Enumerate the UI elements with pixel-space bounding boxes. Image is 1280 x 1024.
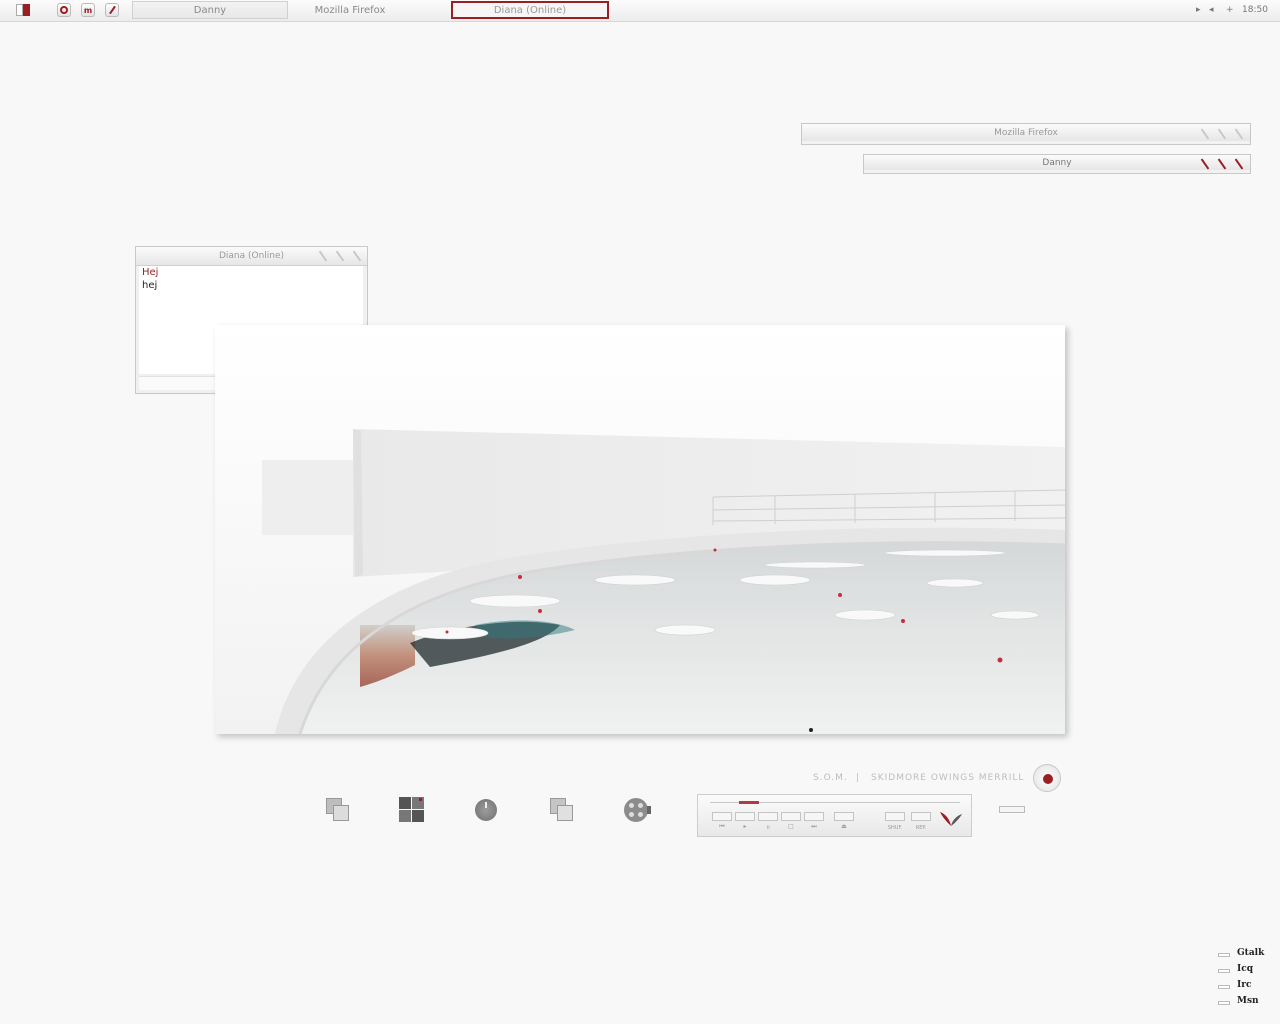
- previous-icon: ⏮: [719, 823, 725, 830]
- close-icon[interactable]: [351, 250, 362, 262]
- caption-full: SKIDMORE OWINGS MERRILL: [871, 773, 1025, 783]
- tray-plus-icon[interactable]: +: [1226, 5, 1234, 15]
- task-diana-online[interactable]: Diana (Online): [451, 1, 609, 19]
- wallpaper-illustration: [215, 325, 1065, 734]
- chat-message: hej: [142, 280, 158, 291]
- seek-position[interactable]: [739, 801, 759, 804]
- eject-icon: ⏏: [841, 823, 847, 830]
- gmail-launcher-icon[interactable]: m: [81, 3, 95, 17]
- minimize-icon[interactable]: [1199, 128, 1210, 140]
- next-button[interactable]: [804, 812, 824, 821]
- media-player: ⏮ ▸ ॥ □ ⏭ ⏏ SHUF. REP.: [697, 794, 972, 837]
- minimize-icon[interactable]: [317, 250, 328, 262]
- caption-separator: |: [856, 773, 861, 783]
- previous-button[interactable]: [712, 812, 732, 821]
- protocol-label: Msn: [1237, 996, 1259, 1006]
- windows-alt-dock-icon[interactable]: [549, 797, 575, 823]
- close-icon[interactable]: [1233, 128, 1244, 140]
- protocol-icq[interactable]: Icq: [1218, 964, 1268, 978]
- menu-icon[interactable]: [16, 3, 30, 17]
- caption-short: S.O.M.: [813, 773, 848, 783]
- pause-icon: ॥: [766, 824, 770, 831]
- pause-button[interactable]: [758, 812, 778, 821]
- taskbar: m Danny Mozilla Firefox Diana (Online) ▸…: [0, 0, 1280, 22]
- record-button[interactable]: [1033, 764, 1061, 792]
- maximize-icon[interactable]: [1216, 158, 1227, 170]
- status-bar-icon: [1218, 953, 1230, 957]
- minimize-icon[interactable]: [1199, 158, 1210, 170]
- protocol-msn[interactable]: Msn: [1218, 996, 1268, 1010]
- play-button[interactable]: [735, 812, 755, 821]
- disc-dock-icon[interactable]: [473, 797, 499, 823]
- stop-icon: □: [788, 823, 794, 830]
- windows-dock-icon[interactable]: [325, 797, 351, 823]
- play-icon: ▸: [743, 823, 747, 830]
- window-title: Danny: [1042, 157, 1072, 168]
- task-danny[interactable]: Danny: [132, 1, 288, 19]
- firefox-launcher-icon[interactable]: [57, 3, 71, 17]
- wallpaper-photo: [215, 325, 1065, 734]
- clock: 18:50: [1242, 5, 1268, 15]
- protocol-label: Gtalk: [1237, 948, 1265, 958]
- shuffle-button[interactable]: [885, 812, 905, 821]
- stop-button[interactable]: [781, 812, 801, 821]
- window-titlebar-firefox[interactable]: Mozilla Firefox: [801, 123, 1251, 145]
- window-shade-edge: [801, 141, 1251, 145]
- tray-arrow-right-icon[interactable]: ▸: [1196, 5, 1201, 15]
- window-title: Mozilla Firefox: [994, 127, 1058, 138]
- protocol-label: Icq: [1237, 964, 1253, 974]
- mini-widget[interactable]: [999, 806, 1025, 813]
- player-logo-icon: [940, 812, 962, 826]
- chat-titlebar[interactable]: Diana (Online): [136, 247, 367, 266]
- next-icon: ⏭: [811, 823, 817, 830]
- workspace-grid-dock-icon[interactable]: [399, 797, 425, 823]
- status-bar-icon: [1218, 985, 1230, 989]
- protocol-label: Irc: [1237, 980, 1252, 990]
- maximize-icon[interactable]: [334, 250, 345, 262]
- chat-message: Hej: [142, 267, 159, 278]
- task-mozilla-firefox[interactable]: Mozilla Firefox: [290, 1, 410, 19]
- status-bar-icon: [1218, 1001, 1230, 1005]
- eject-button[interactable]: [834, 812, 854, 821]
- record-dot-icon: [1043, 774, 1053, 784]
- window-shade-edge: [863, 170, 1251, 174]
- status-bar-icon: [1218, 969, 1230, 973]
- film-reel-dock-icon[interactable]: [624, 797, 651, 823]
- tray-speaker-icon[interactable]: ◂: [1209, 5, 1214, 15]
- window-titlebar-danny[interactable]: Danny: [863, 154, 1251, 174]
- protocol-gtalk[interactable]: Gtalk: [1218, 948, 1268, 962]
- shuffle-label: SHUF.: [887, 825, 903, 831]
- pidgin-launcher-icon[interactable]: [105, 3, 119, 17]
- repeat-button[interactable]: [911, 812, 931, 821]
- protocol-irc[interactable]: Irc: [1218, 980, 1268, 994]
- chat-title: Diana (Online): [218, 251, 285, 261]
- close-icon[interactable]: [1233, 158, 1244, 170]
- repeat-label: REP.: [915, 825, 927, 831]
- maximize-icon[interactable]: [1216, 128, 1227, 140]
